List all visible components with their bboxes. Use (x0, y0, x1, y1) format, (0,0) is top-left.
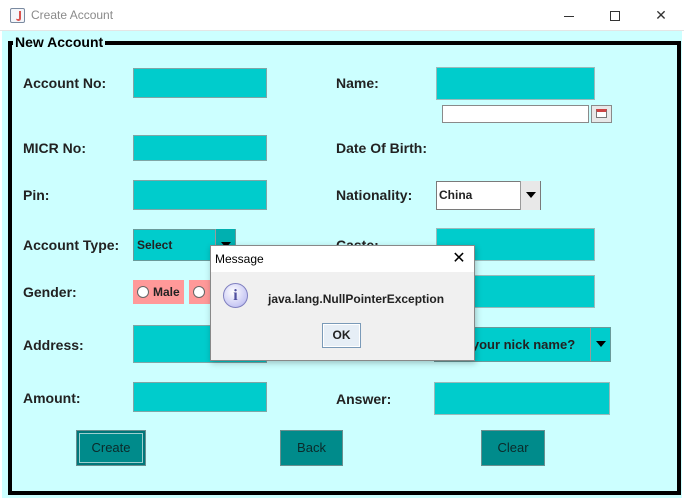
clear-button[interactable]: Clear (481, 430, 545, 466)
account-type-value: Select (137, 238, 173, 252)
name-field[interactable] (436, 67, 595, 100)
information-icon: i (223, 283, 248, 308)
calendar-icon (596, 109, 607, 118)
window-titlebar: Create Account ✕ (0, 0, 684, 31)
radio-icon (193, 286, 205, 298)
pin-field[interactable] (133, 180, 267, 210)
account-no-label: Account No: (23, 75, 107, 91)
message-dialog: Message ✕ i java.lang.NullPointerExcepti… (210, 245, 475, 361)
account-type-label: Account Type: (23, 237, 120, 253)
name-label: Name: (336, 75, 379, 91)
micr-no-field[interactable] (133, 135, 267, 161)
amount-field[interactable] (133, 382, 267, 412)
chevron-down-icon (596, 341, 606, 347)
security-question-dropdown-button[interactable] (590, 328, 610, 361)
account-no-field[interactable] (133, 68, 267, 98)
ok-button[interactable]: OK (322, 323, 361, 348)
gender-male-label: Male (153, 285, 180, 299)
maximize-icon (610, 11, 620, 22)
minimize-icon (564, 15, 574, 17)
answer-field[interactable] (434, 382, 610, 415)
radio-icon (137, 286, 149, 298)
maximize-button[interactable] (592, 0, 638, 31)
nationality-combo[interactable]: China (436, 181, 541, 210)
dialog-titlebar: Message ✕ (211, 246, 474, 272)
nationality-dropdown-button[interactable] (520, 181, 540, 210)
java-app-icon (10, 8, 25, 23)
answer-label: Answer: (336, 391, 392, 407)
back-button[interactable]: Back (280, 430, 343, 466)
amount-label: Amount: (23, 390, 81, 406)
chevron-down-icon (526, 192, 536, 198)
nationality-value: China (439, 188, 473, 202)
dialog-close-button[interactable]: ✕ (444, 246, 474, 272)
gender-male-radio[interactable]: Male (133, 280, 184, 304)
micr-no-label: MICR No: (23, 140, 86, 156)
date-of-birth-field[interactable] (442, 105, 589, 123)
nationality-label: Nationality: (336, 187, 413, 203)
date-of-birth-label: Date Of Birth: (336, 140, 427, 156)
create-button[interactable]: Create (76, 430, 146, 466)
window-title: Create Account (31, 8, 114, 22)
calendar-button[interactable] (591, 105, 612, 123)
address-label: Address: (23, 337, 84, 353)
dialog-title: Message (215, 252, 264, 266)
pin-label: Pin: (23, 187, 50, 203)
dialog-message: java.lang.NullPointerException (268, 292, 445, 306)
new-account-legend: New Account (13, 34, 106, 50)
minimize-button[interactable] (546, 0, 592, 31)
gender-label: Gender: (23, 284, 77, 300)
close-window-button[interactable]: ✕ (638, 0, 684, 31)
